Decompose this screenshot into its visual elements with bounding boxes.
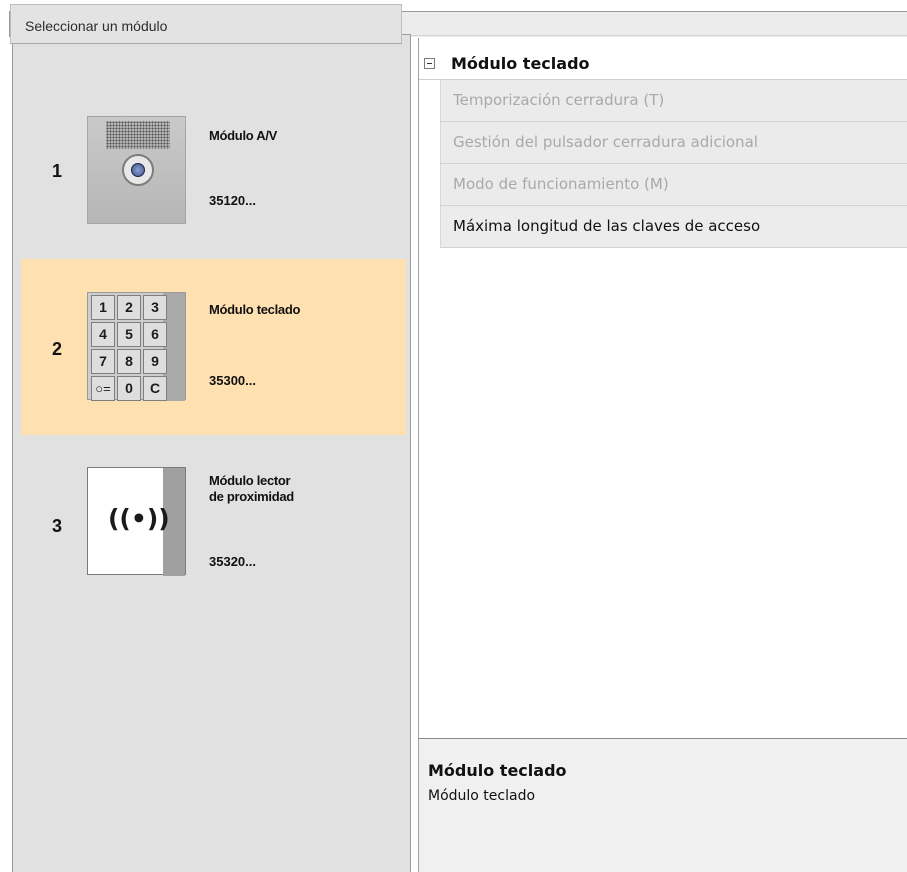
- camera-lens-center: [131, 163, 145, 177]
- property-category-header[interactable]: Módulo teclado: [419, 43, 907, 80]
- description-panel: Módulo teclado Módulo teclado: [418, 738, 907, 872]
- wireless-signal-icon: ((•)): [108, 504, 170, 533]
- module-item-av[interactable]: 1 Módulo A/V 35120...: [21, 84, 406, 260]
- keypad-key: 5: [117, 322, 141, 347]
- keypad-grid: 1 2 3 4 5 6 7 8 9 ○= 0 C: [91, 295, 167, 401]
- description-title: Módulo teclado: [428, 761, 567, 780]
- module-code: 35320...: [209, 554, 256, 569]
- module-number: 2: [52, 339, 63, 359]
- property-row: Temporización cerradura (T): [440, 80, 907, 122]
- keypad-faceplate: 1 2 3 4 5 6 7 8 9 ○= 0 C: [87, 292, 186, 401]
- collapse-minus-icon[interactable]: [424, 58, 435, 69]
- keypad-key: 7: [91, 349, 115, 374]
- module-item-proximity[interactable]: 3 ((•)) Módulo lector de proximidad 3532…: [21, 435, 406, 611]
- module-panel-header: Seleccionar un módulo: [10, 4, 402, 44]
- av-module-icon: [87, 116, 186, 224]
- property-row: Modo de funcionamiento (M): [440, 164, 907, 206]
- speaker-grille: [106, 121, 170, 149]
- proximity-reader-icon: ((•)): [87, 467, 186, 576]
- module-name-line2: de proximidad: [209, 489, 294, 504]
- keypad-key: 4: [91, 322, 115, 347]
- module-name: Módulo teclado: [209, 302, 301, 317]
- camera-lens-icon: [122, 154, 154, 186]
- keypad-key: 0: [117, 376, 141, 401]
- module-item-keypad[interactable]: 2 1 2 3 4 5 6 7 8 9 ○= 0 C Módulo teclad…: [21, 259, 406, 435]
- description-text: Módulo teclado: [428, 788, 536, 804]
- property-grid: Módulo teclado Temporización cerradura (…: [418, 38, 907, 738]
- property-category-title: Módulo teclado: [451, 54, 590, 73]
- module-code: 35120...: [209, 193, 256, 208]
- module-number: 3: [52, 516, 63, 536]
- keypad-key: 8: [117, 349, 141, 374]
- keypad-module-icon: 1 2 3 4 5 6 7 8 9 ○= 0 C: [87, 292, 186, 401]
- module-name: Módulo A/V: [209, 128, 278, 143]
- module-number: 1: [52, 161, 63, 181]
- proximity-faceplate: ((•)): [87, 467, 186, 576]
- keypad-key: 9: [143, 349, 167, 374]
- key-icon: ○=: [91, 376, 115, 401]
- property-row-max-key-length[interactable]: Máxima longitud de las claves de acceso: [440, 206, 907, 248]
- keypad-key: 3: [143, 295, 167, 320]
- keypad-key: 2: [117, 295, 141, 320]
- keypad-key: 6: [143, 322, 167, 347]
- property-row: Gestión del pulsador cerradura adicional: [440, 122, 907, 164]
- module-name-line1: Módulo lector: [209, 473, 291, 488]
- av-module-faceplate: [87, 116, 186, 224]
- keypad-key: C: [143, 376, 167, 401]
- keypad-key: 1: [91, 295, 115, 320]
- module-code: 35300...: [209, 373, 256, 388]
